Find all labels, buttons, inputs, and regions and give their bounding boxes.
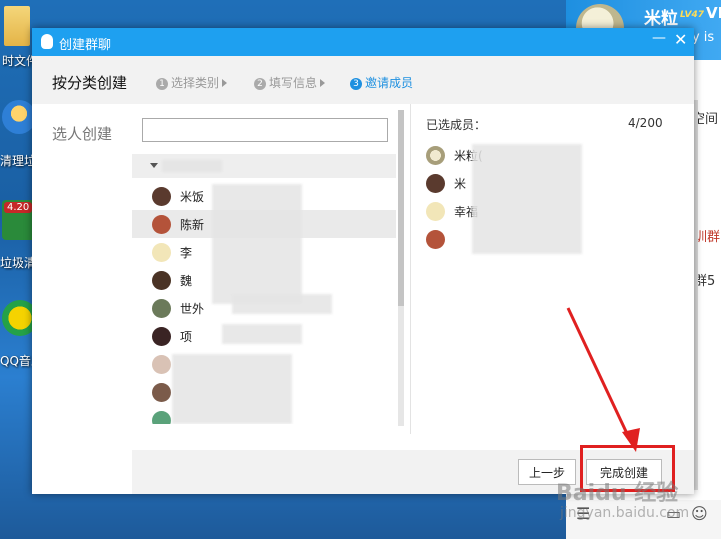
watermark-logo: Baidu 经验 [556, 481, 679, 506]
watermark-url: jingyan.baidu.com [560, 505, 690, 521]
annotation-arrow [566, 307, 640, 452]
